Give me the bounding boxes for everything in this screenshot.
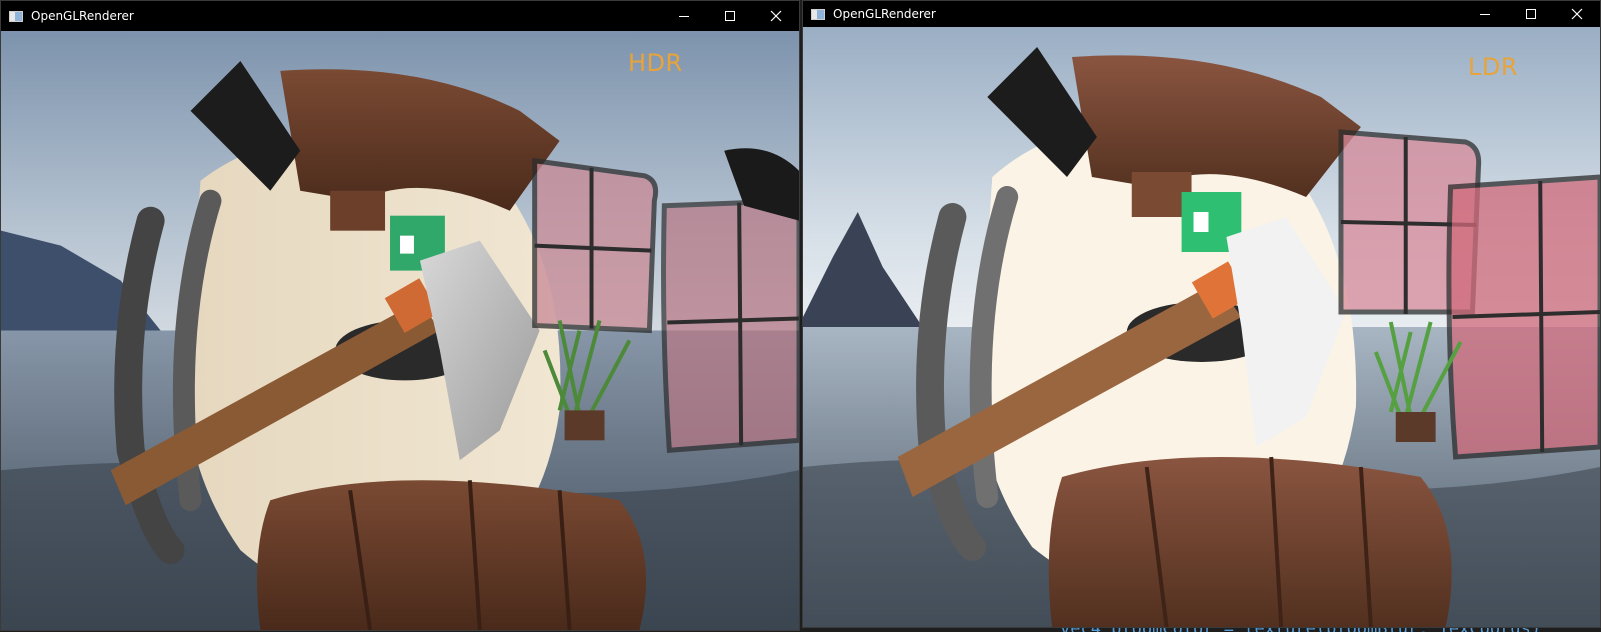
- window-controls: [1462, 1, 1600, 27]
- maximize-icon: [725, 11, 735, 21]
- close-button[interactable]: [1554, 1, 1600, 27]
- render-viewport[interactable]: [1, 31, 799, 630]
- minimize-icon: [679, 16, 689, 17]
- close-button[interactable]: [753, 1, 799, 31]
- scene-render: [1, 31, 799, 630]
- maximize-button[interactable]: [1508, 1, 1554, 27]
- close-icon: [770, 10, 782, 22]
- minimize-button[interactable]: [1462, 1, 1508, 27]
- app-window-icon: [9, 10, 23, 22]
- maximize-button[interactable]: [707, 1, 753, 31]
- window-controls: [661, 1, 799, 31]
- titlebar[interactable]: OpenGLRenderer: [1, 1, 799, 31]
- window-title: OpenGLRenderer: [31, 9, 134, 23]
- app-window-icon: [811, 8, 825, 20]
- render-viewport[interactable]: [803, 27, 1600, 627]
- window-ldr[interactable]: OpenGLRenderer LDR: [802, 0, 1601, 628]
- mode-label-ldr: LDR: [1468, 53, 1519, 81]
- minimize-icon: [1480, 14, 1490, 15]
- window-title: OpenGLRenderer: [833, 7, 936, 21]
- desktop: vec4 bloomColor = texture(bloomBlur, Tex…: [0, 0, 1601, 632]
- titlebar[interactable]: OpenGLRenderer: [803, 1, 1600, 27]
- close-icon: [1571, 8, 1583, 20]
- scene-render: [803, 27, 1600, 627]
- window-hdr[interactable]: OpenGLRenderer HDR: [0, 0, 800, 631]
- mode-label-hdr: HDR: [628, 49, 683, 77]
- maximize-icon: [1526, 9, 1536, 19]
- minimize-button[interactable]: [661, 1, 707, 31]
